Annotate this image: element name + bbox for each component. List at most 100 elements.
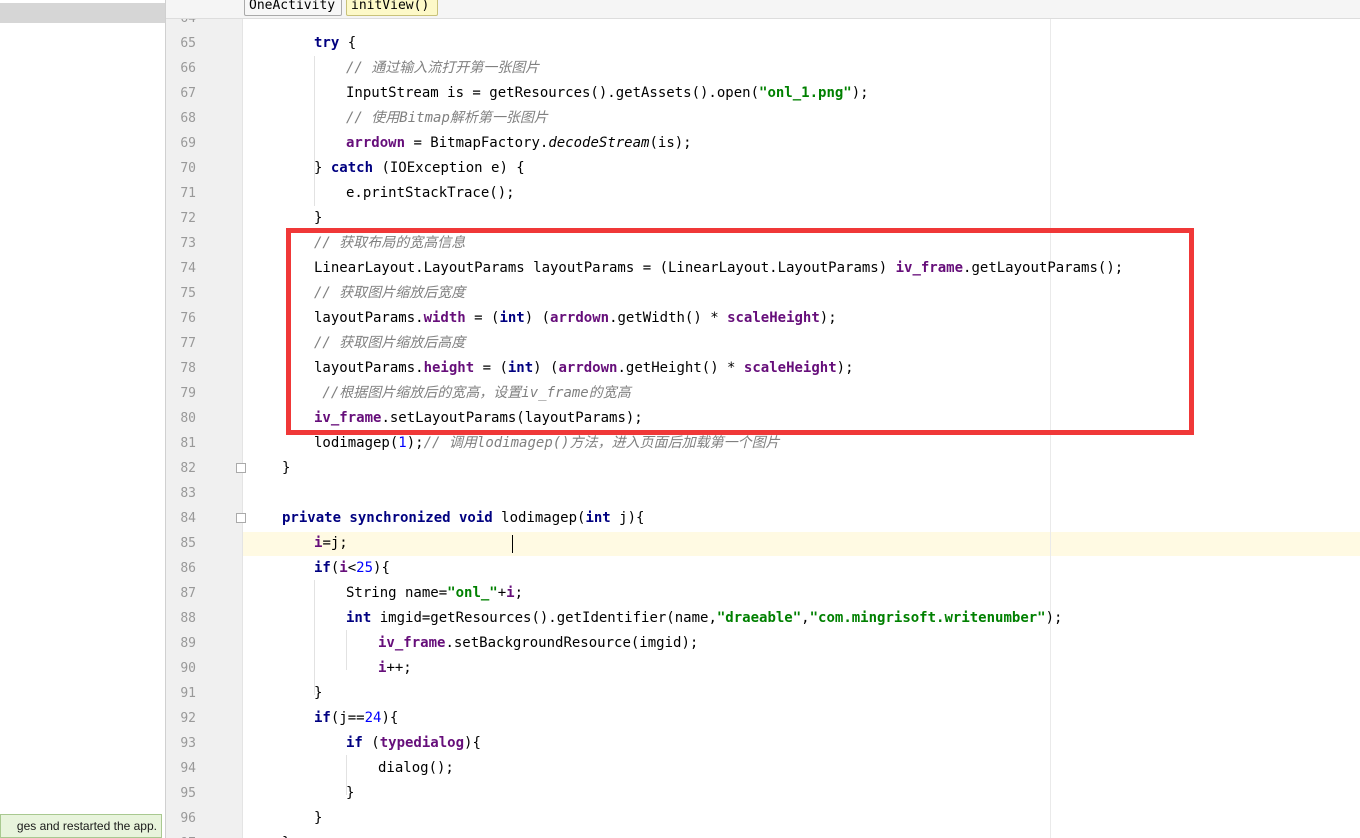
code-token: iv_frame	[378, 635, 446, 651]
code-token: if	[346, 735, 363, 751]
line-number: 80	[180, 411, 196, 426]
line-number: 69	[180, 136, 196, 151]
line-number: 83	[180, 486, 196, 501]
line-number: 75	[180, 286, 196, 301]
code-token: );	[1045, 610, 1063, 626]
line-number: 94	[180, 761, 196, 776]
breadcrumb: OneActivity initView()	[166, 0, 1360, 19]
code-token: 25	[356, 560, 374, 576]
fold-marker-icon[interactable]	[236, 463, 246, 473]
code-token: int	[346, 610, 372, 626]
code-text: if(j==24){	[314, 706, 398, 731]
line-number: 74	[180, 261, 196, 276]
code-token: .setBackgroundResource(imgid);	[445, 635, 699, 651]
line-number: 70	[180, 161, 196, 176]
code-token: 1	[398, 435, 407, 451]
code-text: }	[346, 781, 354, 806]
line-number: 82	[180, 461, 196, 476]
line-number: 77	[180, 336, 196, 351]
code-line[interactable]: 85 i=j;	[166, 531, 1360, 556]
code-line[interactable]: 82}	[166, 456, 1360, 481]
line-number: 76	[180, 311, 196, 326]
code-token: =j;	[322, 535, 348, 551]
code-line[interactable]: 88 int imgid=getResources().getIdentifier…	[166, 606, 1360, 631]
code-token: "com.mingrisoft.writenumber"	[809, 610, 1046, 626]
code-token: }	[314, 210, 323, 226]
code-line[interactable]: 90 i++;	[166, 656, 1360, 681]
code-line[interactable]: 66 // 通过输入流打开第一张图片	[166, 56, 1360, 81]
code-line[interactable]: 70 } catch (IOException e) {	[166, 156, 1360, 181]
code-token: Bitmap	[399, 110, 450, 126]
line-number: 84	[180, 511, 196, 526]
code-text: if(i<25){	[314, 556, 390, 581]
line-number: 91	[180, 686, 196, 701]
code-line[interactable]: 96}	[166, 806, 1360, 831]
code-token: {	[339, 35, 357, 51]
line-number: 87	[180, 586, 196, 601]
code-token: "draeable"	[716, 610, 802, 626]
code-text: int imgid=getResources().getIdentifier(n…	[346, 606, 1062, 631]
code-line[interactable]: 71 e.printStackTrace();	[166, 181, 1360, 206]
code-token: int	[585, 510, 611, 526]
code-line[interactable]: 67 InputStream is = getResources().getAss…	[166, 81, 1360, 106]
code-text: // 通过输入流打开第一张图片	[346, 56, 539, 81]
code-token: ,	[801, 610, 810, 626]
code-text: arrdown = BitmapFactory.decodeStream(is)…	[346, 131, 692, 156]
code-token: );	[851, 85, 869, 101]
code-text: }	[282, 831, 290, 838]
code-token: ;	[514, 585, 524, 601]
line-number: 93	[180, 736, 196, 751]
code-line[interactable]: 83	[166, 481, 1360, 506]
code-text: } catch (IOException e) {	[314, 156, 525, 181]
code-token: }	[314, 160, 331, 176]
line-number: 85	[180, 536, 196, 551]
code-token: = BitmapFactory.	[405, 135, 549, 151]
code-text: try {	[314, 31, 356, 56]
code-token: ){	[464, 735, 481, 751]
breadcrumb-class[interactable]: OneActivity	[244, 0, 342, 16]
code-token: "onl_1.png"	[759, 85, 852, 101]
code-token: }	[346, 785, 355, 801]
code-token: 解析第一张图片	[449, 110, 548, 126]
code-token: typedialog	[379, 735, 465, 751]
text-caret	[512, 535, 513, 553]
code-line[interactable]: 69 arrdown = BitmapFactory.decodeStream(i…	[166, 131, 1360, 156]
breadcrumb-method[interactable]: initView()	[346, 0, 438, 16]
line-number: 90	[180, 661, 196, 676]
status-notification: ges and restarted the app.	[0, 814, 162, 838]
code-line[interactable]: 87 String name="onl_"+i;	[166, 581, 1360, 606]
code-line[interactable]: 95}	[166, 781, 1360, 806]
code-token: 方法，进入页面后加载第一个图片	[569, 435, 780, 451]
code-line[interactable]: 89 iv_frame.setBackgroundResource(imgid);	[166, 631, 1360, 656]
code-text: e.printStackTrace();	[346, 181, 515, 206]
code-token: try	[314, 35, 340, 51]
code-text: }	[314, 806, 322, 831]
code-token: ){	[381, 710, 399, 726]
fold-marker-icon[interactable]	[236, 513, 246, 523]
code-line[interactable]: 84 private synchronized void lodimagep(in…	[166, 506, 1360, 531]
line-number: 96	[180, 811, 196, 826]
code-line[interactable]: 92 if(j==24){	[166, 706, 1360, 731]
annotation-highlight-box	[286, 228, 1194, 435]
project-tree-selected-row[interactable]	[0, 3, 165, 23]
code-token: // 通过输入流打开第一张图片	[346, 60, 540, 76]
line-number: 92	[180, 711, 196, 726]
code-line[interactable]: 91}	[166, 681, 1360, 706]
code-token: imgid=getResources().getIdentifier(name,	[371, 610, 717, 626]
code-token: catch	[330, 160, 374, 176]
code-line[interactable]: 68 // 使用Bitmap解析第一张图片	[166, 106, 1360, 131]
code-token: (	[362, 735, 380, 751]
code-line[interactable]: 65 try {	[166, 31, 1360, 56]
code-line[interactable]: 93 if (typedialog){	[166, 731, 1360, 756]
code-text: if (typedialog){	[346, 731, 481, 756]
code-token: if	[314, 560, 331, 576]
code-text: i++;	[378, 656, 412, 681]
code-line[interactable]: 86 if(i<25){	[166, 556, 1360, 581]
code-line[interactable]: 94 dialog();	[166, 756, 1360, 781]
line-number: 65	[180, 36, 196, 51]
line-number: 95	[180, 786, 196, 801]
code-token: lodimagep()	[476, 435, 570, 451]
code-token: }	[314, 810, 323, 826]
code-line[interactable]: 97}	[166, 831, 1360, 838]
code-text: }	[314, 681, 322, 706]
